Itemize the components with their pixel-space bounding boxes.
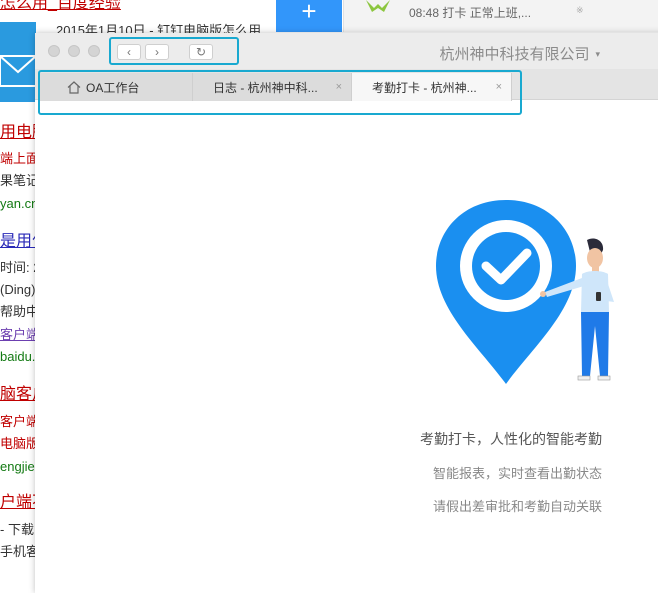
back-button[interactable]: ‹ xyxy=(117,44,141,60)
attendance-slogan: 考勤打卡，人性化的智能考勤 xyxy=(420,431,602,447)
home-icon xyxy=(67,81,81,94)
zoom-window-button[interactable] xyxy=(88,45,100,57)
result-url: yan.cn xyxy=(0,196,39,211)
navigation-controls: ‹ › ↻ xyxy=(109,37,239,65)
attendance-illustration xyxy=(400,160,630,395)
result-snippet: 电脑版 xyxy=(0,436,40,451)
result-snippet: - 下载 xyxy=(0,522,34,537)
notification-text: 08:48 打卡 正常上班,... xyxy=(409,6,532,20)
result-snippet: (Ding) xyxy=(0,282,36,297)
close-window-button[interactable] xyxy=(48,45,60,57)
result-snippet: 果笔记 xyxy=(0,173,40,188)
forward-button[interactable]: › xyxy=(145,44,169,60)
company-name: 杭州神中科技有限公司 xyxy=(439,46,590,63)
notification-banner[interactable]: 08:48 打卡 正常上班,... ※ xyxy=(343,0,658,32)
feature-line: 智能报表，实时查看出勤状态 xyxy=(433,466,603,481)
tab-oa-workbench[interactable]: OA工作台 xyxy=(40,73,193,101)
add-button[interactable]: + xyxy=(276,0,342,32)
result-snippet: 手机客 xyxy=(0,544,40,559)
tab-attendance[interactable]: 考勤打卡 - 杭州神... × xyxy=(352,73,512,101)
tab-label: 考勤打卡 - 杭州神... xyxy=(372,80,477,95)
result-snippet: 客户端 xyxy=(0,414,40,429)
result-link[interactable]: 客户端 xyxy=(0,326,39,344)
reload-button[interactable]: ↻ xyxy=(189,44,213,60)
notification-mini-icon: ※ xyxy=(576,5,584,15)
result-snippet: 端上面 xyxy=(0,151,40,166)
tab-label: 日志 - 杭州神中科... xyxy=(213,80,318,95)
feature-line: 请假出差审批和考勤自动关联 xyxy=(433,499,603,514)
dingtalk-logo-icon xyxy=(364,0,392,19)
company-selector[interactable]: 杭州神中科技有限公司 ▾ xyxy=(439,43,600,64)
title-bar: ‹ › ↻ 杭州神中科技有限公司 ▾ xyxy=(35,33,658,69)
minimize-window-button[interactable] xyxy=(68,45,80,57)
result-snippet: 帮助中 xyxy=(0,304,40,319)
tab-log[interactable]: 日志 - 杭州神中科... × xyxy=(193,73,352,101)
tab-label: OA工作台 xyxy=(86,80,140,95)
result-thumbnail xyxy=(0,22,36,102)
chevron-down-icon: ▾ xyxy=(595,49,600,59)
close-tab-icon[interactable]: × xyxy=(336,81,342,93)
close-tab-icon[interactable]: × xyxy=(496,81,502,93)
result-title-link[interactable]: 怎么用_百度经验 xyxy=(0,0,121,13)
result-url: engjie xyxy=(0,459,35,474)
